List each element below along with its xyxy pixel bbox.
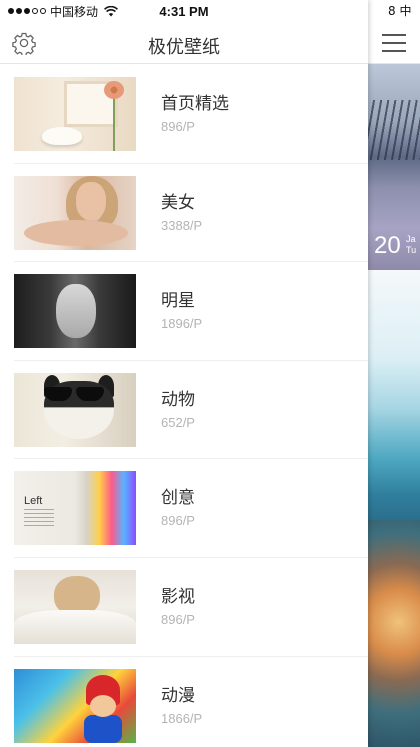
peek-date-sub: Ja Tu [406, 234, 417, 255]
category-item-celebrity[interactable]: 明星 1896/P [14, 262, 368, 361]
peek-battery-text: 8 [388, 4, 396, 18]
category-thumbnail [14, 569, 136, 644]
category-count: 1866/P [161, 710, 203, 726]
peek-wallpaper-image[interactable] [366, 520, 420, 747]
category-title: 动物 [161, 389, 195, 410]
category-item-beauty[interactable]: 美女 3388/P [14, 164, 368, 263]
category-thumbnail [14, 77, 136, 151]
category-count: 896/P [161, 119, 195, 134]
category-title: 创意 [161, 488, 195, 509]
peek-status-bar: 8 中 [366, 0, 420, 22]
category-list: 首页精选 896/P 美女 3388/P 明星 1896/P 动物 652/P … [0, 65, 368, 747]
page-title: 极优壁纸 [148, 37, 220, 58]
hamburger-icon[interactable] [382, 34, 406, 52]
thumbnail-caption: Left [24, 495, 43, 508]
category-thumbnail: Left [14, 471, 136, 546]
category-thumbnail [14, 372, 136, 447]
category-count: 3388/P [161, 217, 203, 233]
category-item-creative[interactable]: Left 创意 896/P [14, 459, 368, 558]
category-count: 896/P [161, 513, 195, 529]
category-item-animals[interactable]: 动物 652/P [14, 361, 368, 460]
category-item-featured[interactable]: 首页精选 896/P [14, 65, 368, 164]
peek-wallpaper-image[interactable]: 20 Ja Tu [366, 64, 420, 270]
category-menu: 中国移动 4:31 PM 极优壁纸 首页精选 896/P 美女 3388/P 明… [0, 0, 368, 747]
category-title: 明星 [161, 291, 195, 312]
category-count: 896/P [161, 611, 195, 627]
peek-wallpaper-image[interactable] [366, 270, 420, 520]
category-title: 影视 [161, 586, 195, 607]
category-title: 美女 [161, 192, 195, 213]
category-thumbnail [14, 274, 136, 349]
peek-content-panel[interactable]: 8 中 20 Ja Tu [366, 0, 420, 747]
category-thumbnail [14, 175, 136, 250]
peek-date-day: 20 [374, 232, 401, 259]
category-title: 动漫 [161, 685, 195, 706]
category-thumbnail [14, 668, 136, 743]
category-count: 1896/P [161, 316, 203, 332]
category-count: 652/P [161, 414, 195, 430]
navbar: 极优壁纸 [0, 22, 368, 64]
category-item-film[interactable]: 影视 896/P [14, 558, 368, 657]
category-title: 首页精选 [161, 94, 229, 114]
category-item-anime[interactable]: 动漫 1866/P [14, 657, 368, 747]
peek-navbar [366, 22, 420, 64]
status-bar: 中国移动 4:31 PM [0, 0, 368, 22]
peek-carrier-text: 中 [399, 4, 412, 18]
status-time: 4:31 PM [159, 3, 209, 19]
